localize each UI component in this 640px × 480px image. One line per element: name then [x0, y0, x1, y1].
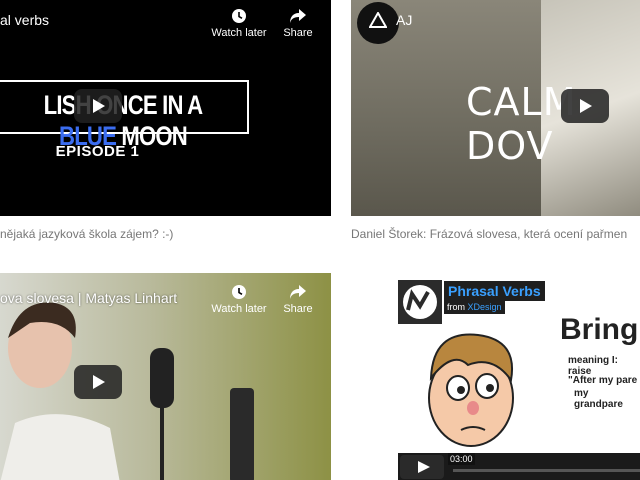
- watch-later-button[interactable]: Watch later: [209, 284, 269, 315]
- example-line-1: "After my pare: [568, 375, 638, 386]
- video-card-4[interactable]: Phrasal Verbs from XDesign Bring meaning…: [398, 280, 640, 480]
- watch-later-label: Watch later: [211, 303, 267, 315]
- video-caption-1[interactable]: nějaká jazyková škola zájem? :-): [0, 227, 173, 241]
- mic-stand-image: [160, 403, 164, 480]
- video-card-1[interactable]: al verbs Watch later Share LISH ONCE IN …: [0, 0, 331, 216]
- from-label: from XDesign: [444, 300, 505, 314]
- microphone-image: [150, 348, 174, 408]
- video-title[interactable]: ova slovesa | Matyas Linhart: [0, 290, 177, 306]
- cartoon-face-image: [428, 333, 514, 447]
- share-label: Share: [283, 27, 313, 39]
- video-card-2[interactable]: AJ CALM DOV: [351, 0, 640, 216]
- watch-later-label: Watch later: [211, 27, 267, 39]
- player-controls: 03:00: [398, 453, 640, 480]
- share-arrow-icon: [290, 9, 306, 23]
- channel-avatar[interactable]: [357, 2, 399, 44]
- episode-label: EPISODE 1: [55, 143, 140, 160]
- triangle-logo-icon: [369, 12, 387, 28]
- duration-label: 03:00: [448, 453, 475, 465]
- channel-name[interactable]: AJ: [396, 12, 412, 28]
- mv-logo-icon: [403, 285, 437, 319]
- video-title[interactable]: al verbs: [0, 12, 49, 28]
- guitar-image: [230, 388, 254, 480]
- thumbnail-text: CALM DOV: [466, 80, 577, 168]
- video-caption-2[interactable]: Daniel Štorek: Frázová slovesa, která oc…: [351, 227, 627, 241]
- example-line-2: my grandpare: [574, 388, 623, 410]
- series-title[interactable]: Phrasal Verbs: [444, 281, 545, 301]
- watch-later-button[interactable]: Watch later: [209, 8, 269, 39]
- video-card-3[interactable]: ova slovesa | Matyas Linhart Watch later…: [0, 273, 331, 480]
- phrasal-word: Bring: [560, 313, 639, 346]
- share-button[interactable]: Share: [268, 284, 328, 315]
- share-arrow-icon: [290, 285, 306, 299]
- clock-icon: [232, 285, 246, 299]
- channel-logo[interactable]: [398, 280, 442, 324]
- progress-track[interactable]: [453, 469, 640, 472]
- share-button[interactable]: Share: [268, 8, 328, 39]
- share-label: Share: [283, 303, 313, 315]
- play-button[interactable]: [74, 89, 122, 123]
- play-button[interactable]: [400, 455, 444, 479]
- clock-icon: [232, 9, 246, 23]
- play-button[interactable]: [74, 365, 122, 399]
- meaning-text: meaning I: raise: [568, 355, 619, 377]
- play-button[interactable]: [561, 89, 609, 123]
